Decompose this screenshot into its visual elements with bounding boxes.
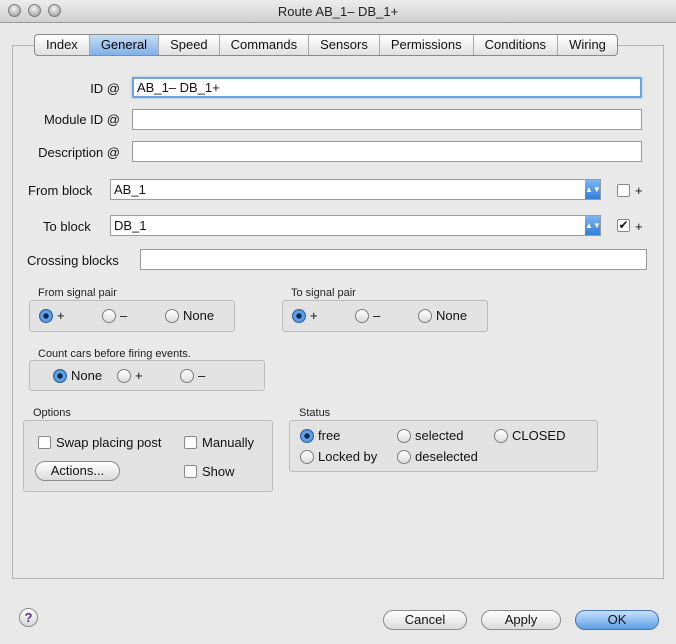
to-block-combo[interactable]: DB_1 ▲▼	[110, 215, 601, 236]
checkmark-icon: ✔	[618, 218, 629, 232]
tab-speed[interactable]: Speed	[159, 35, 220, 55]
tab-bar: Index General Speed Commands Sensors Per…	[34, 34, 618, 56]
count-cars-plus-radio[interactable]: +	[117, 368, 143, 383]
module-id-label: Module ID @	[43, 112, 120, 127]
tab-wiring[interactable]: Wiring	[558, 35, 617, 55]
count-cars-none-radio[interactable]: None	[53, 368, 102, 383]
id-input[interactable]: AB_1– DB_1+	[132, 77, 642, 98]
window-title: Route AB_1– DB_1+	[277, 4, 399, 19]
from-block-value: AB_1	[114, 182, 146, 197]
from-block-combo[interactable]: AB_1 ▲▼	[110, 179, 601, 200]
from-block-plus-label: +	[635, 183, 643, 198]
to-block-value: DB_1	[114, 218, 147, 233]
to-block-plus-label: +	[635, 219, 643, 234]
apply-button[interactable]: Apply	[481, 610, 561, 630]
show-checkbox[interactable]	[184, 465, 197, 478]
from-signal-minus-radio[interactable]: –	[102, 308, 127, 323]
count-cars-minus-radio[interactable]: –	[180, 368, 205, 383]
to-block-plus-checkbox[interactable]: ✔	[617, 219, 630, 232]
from-block-label: From block	[28, 183, 93, 198]
tab-sensors[interactable]: Sensors	[309, 35, 380, 55]
from-signal-plus-radio[interactable]: +	[39, 308, 65, 323]
manually-label: Manually	[202, 435, 255, 450]
chevron-down-icon[interactable]: ▲▼	[585, 216, 601, 235]
to-block-label: To block	[43, 219, 91, 234]
swap-placing-post-checkbox[interactable]	[38, 436, 51, 449]
tab-permissions[interactable]: Permissions	[380, 35, 474, 55]
status-deselected-radio[interactable]: deselected	[397, 449, 478, 464]
help-icon[interactable]: ?	[19, 608, 38, 627]
to-signal-plus-radio[interactable]: +	[292, 308, 318, 323]
status-selected-radio[interactable]: selected	[397, 428, 463, 443]
chevron-down-icon[interactable]: ▲▼	[585, 180, 601, 199]
cancel-button[interactable]: Cancel	[383, 610, 467, 630]
tab-commands[interactable]: Commands	[220, 35, 310, 55]
module-id-input[interactable]	[132, 109, 642, 130]
options-title: Options	[33, 407, 71, 419]
status-closed-radio[interactable]: CLOSED	[494, 428, 565, 443]
actions-button[interactable]: Actions...	[35, 461, 120, 481]
status-locked-by-radio[interactable]: Locked by	[300, 449, 377, 464]
show-label: Show	[202, 464, 235, 479]
to-signal-pair-title: To signal pair	[291, 287, 356, 299]
from-signal-pair-title: From signal pair	[38, 287, 117, 299]
tab-conditions[interactable]: Conditions	[474, 35, 559, 55]
swap-placing-post-label: Swap placing post	[56, 435, 162, 450]
tab-general[interactable]: General	[89, 35, 160, 55]
from-block-plus-checkbox[interactable]	[617, 184, 630, 197]
title-bar: Route AB_1– DB_1+	[0, 0, 676, 23]
ok-button[interactable]: OK	[575, 610, 659, 630]
to-signal-none-radio[interactable]: None	[418, 308, 467, 323]
description-input[interactable]	[132, 141, 642, 162]
status-title: Status	[299, 407, 331, 419]
crossing-blocks-label: Crossing blocks	[27, 253, 119, 268]
to-signal-minus-radio[interactable]: –	[355, 308, 380, 323]
manually-checkbox[interactable]	[184, 436, 197, 449]
options-group	[23, 420, 273, 492]
description-label: Description @	[38, 145, 120, 160]
status-free-radio[interactable]: free	[300, 428, 340, 443]
count-cars-title: Count cars before firing events.	[38, 348, 191, 360]
tab-index[interactable]: Index	[35, 35, 90, 55]
crossing-blocks-input[interactable]	[140, 249, 647, 270]
id-label: ID @	[90, 81, 120, 96]
from-signal-none-radio[interactable]: None	[165, 308, 214, 323]
